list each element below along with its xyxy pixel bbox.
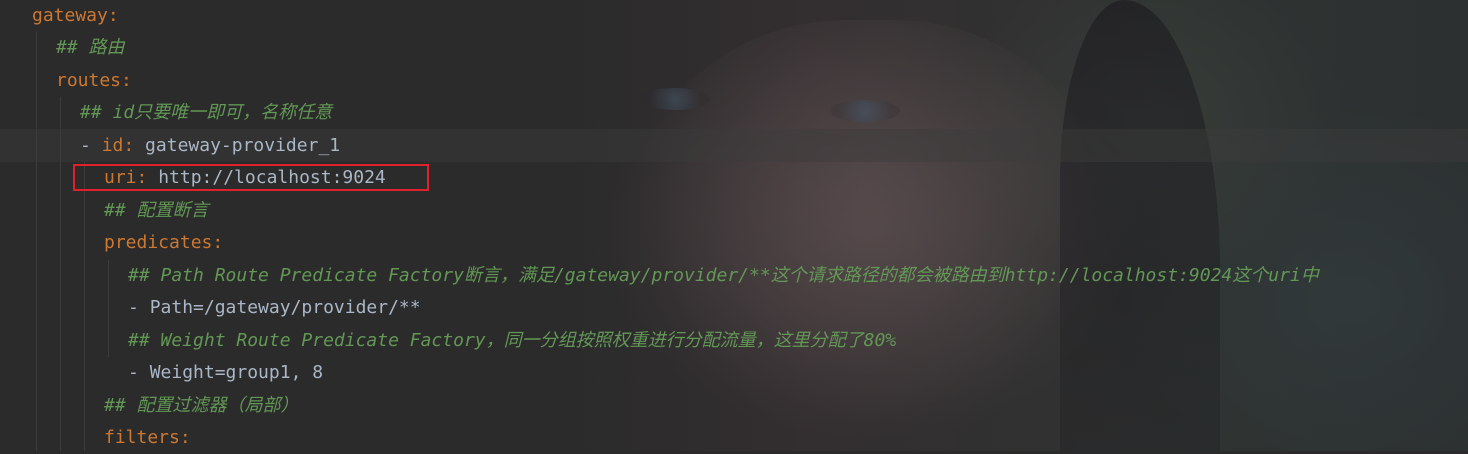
code-line[interactable]: predicates:: [104, 227, 223, 259]
code-editor[interactable]: gateway: ## 路由 routes: ## id只要唯一即可，名称任意 …: [0, 0, 1468, 451]
indent-guide: [84, 162, 85, 451]
indent-guide: [60, 97, 61, 451]
indent-guide: [36, 32, 37, 451]
uri-highlight-box: [73, 164, 429, 191]
code-line[interactable]: filters:: [104, 422, 191, 454]
code-line[interactable]: ## 配置断言: [104, 195, 209, 227]
code-line[interactable]: gateway:: [32, 0, 119, 32]
code-line[interactable]: ## id只要唯一即可，名称任意: [80, 97, 332, 129]
code-line[interactable]: ## Weight Route Predicate Factory，同一分组按照…: [128, 325, 896, 357]
code-line[interactable]: - Path=/gateway/provider/**: [128, 292, 421, 324]
code-line[interactable]: ## 配置过滤器（局部）: [104, 390, 299, 422]
indent-guide: [108, 260, 109, 357]
code-line[interactable]: routes:: [56, 65, 132, 97]
code-line[interactable]: ## 路由: [56, 32, 125, 64]
code-line[interactable]: ## Path Route Predicate Factory断言，满足/gat…: [128, 260, 1319, 292]
code-line[interactable]: - id: gateway-provider_1: [80, 130, 340, 162]
code-line[interactable]: - Weight=group1, 8: [128, 357, 323, 389]
